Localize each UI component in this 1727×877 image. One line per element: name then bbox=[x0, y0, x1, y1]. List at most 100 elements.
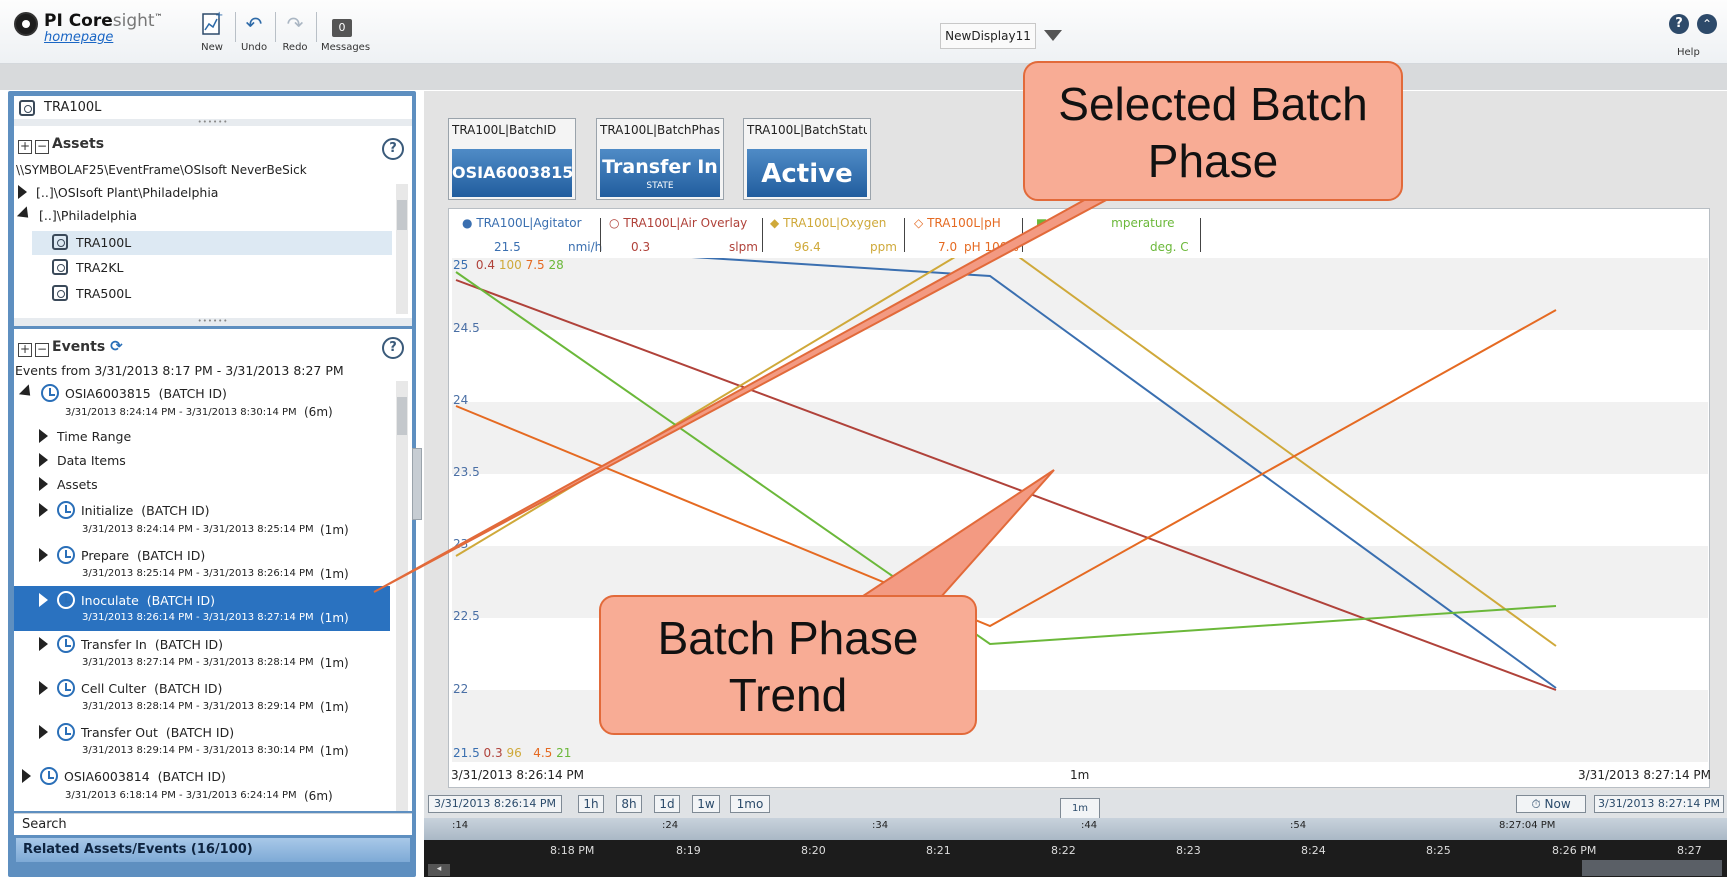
legend-item[interactable]: ■ mperature deg. C bbox=[1036, 216, 1196, 254]
expand-arrow-icon[interactable] bbox=[39, 681, 48, 695]
expand-all-icon[interactable]: + bbox=[18, 140, 32, 154]
event-phase-row[interactable]: Prepare (BATCH ID) bbox=[39, 546, 205, 564]
expand-arrow-icon[interactable] bbox=[39, 548, 48, 562]
event-group-data-items[interactable]: Data Items bbox=[39, 453, 126, 468]
events-scrollbar[interactable] bbox=[396, 381, 408, 811]
undo-button[interactable]: ↶ Undo bbox=[234, 10, 274, 60]
context-asset-bar[interactable]: TRA100L bbox=[14, 96, 412, 120]
related-assets-events-tab[interactable]: Related Assets/Events (16/100) bbox=[16, 838, 410, 862]
asset-tree-label: [..]\OSIsoft Plant\Philadelphia bbox=[36, 185, 219, 200]
messages-button[interactable]: 0 Messages bbox=[321, 10, 370, 60]
event-group-label: Assets bbox=[57, 477, 98, 492]
new-button[interactable]: + New bbox=[192, 10, 232, 60]
collapse-arrow-icon[interactable] bbox=[18, 384, 36, 401]
expand-arrow-icon[interactable] bbox=[18, 185, 27, 199]
event-phase-row[interactable]: Cell Culter (BATCH ID) bbox=[39, 679, 222, 697]
scroll-thumb[interactable] bbox=[397, 200, 407, 230]
range-8h-button[interactable]: 8h bbox=[616, 795, 642, 813]
nav-label: 8:19 bbox=[676, 844, 701, 857]
legend-item[interactable]: ◇ TRA100L|pH 7.0 pH 100% bbox=[914, 216, 1019, 254]
app-brand: PI Coresight™ bbox=[44, 11, 163, 31]
collapse-header-icon[interactable]: ⌃ bbox=[1697, 14, 1717, 34]
scale-top-label: 28 bbox=[548, 258, 564, 272]
range-1w-button[interactable]: 1w bbox=[692, 795, 720, 813]
refresh-icon[interactable]: ⟳ bbox=[110, 337, 123, 355]
redo-button[interactable]: ↷ Redo bbox=[275, 10, 315, 60]
range-1h-button[interactable]: 1h bbox=[578, 795, 604, 813]
value-tile-title: TRA100L|BatchID bbox=[452, 123, 557, 137]
assets-help-icon[interactable]: ? bbox=[382, 138, 404, 160]
asset-tree-item[interactable]: [..]\Philadelphia bbox=[16, 206, 137, 223]
nav-label: 8:24 bbox=[1301, 844, 1326, 857]
event-name: Inoculate bbox=[81, 593, 139, 608]
event-clock-icon bbox=[57, 501, 75, 519]
expand-arrow-icon[interactable] bbox=[39, 429, 48, 443]
splitter-handle[interactable]: •••••• bbox=[14, 318, 412, 326]
legend-item[interactable]: ○ TRA100L|Air Overlay 0.3 slpm bbox=[609, 216, 758, 254]
expand-arrow-icon[interactable] bbox=[39, 593, 48, 607]
time-ruler[interactable]: :14 :24 :34 :44 :54 8:27:04 PM bbox=[424, 818, 1727, 840]
value-tile-title: TRA100L|BatchStatus bbox=[747, 123, 867, 137]
expand-arrow-icon[interactable] bbox=[39, 477, 48, 491]
event-phase-row-selected[interactable]: Inoculate (BATCH ID) 3/31/2013 8:26:14 P… bbox=[14, 586, 390, 631]
event-root[interactable]: OSIA6003814 (BATCH ID) bbox=[22, 767, 226, 785]
collapse-all-icon[interactable]: − bbox=[35, 140, 49, 154]
collapse-all-icon[interactable]: − bbox=[35, 343, 49, 357]
value-tile-batchid[interactable]: TRA100L|BatchID OSIA6003815 bbox=[448, 118, 576, 200]
time-navigator[interactable]: 8:18 PM 8:19 8:20 8:21 8:22 8:23 8:24 8:… bbox=[424, 840, 1727, 877]
legend-item[interactable]: ◆ TRA100L|Oxygen 96.4 ppm bbox=[770, 216, 898, 254]
event-phase-row[interactable]: Initialize (BATCH ID) bbox=[39, 501, 210, 519]
range-1d-button[interactable]: 1d bbox=[654, 795, 680, 813]
scroll-thumb[interactable] bbox=[397, 397, 407, 435]
trend-legend: ● TRA100L|Agitator 21.5 nmi/h ○ TRA100L|Ai… bbox=[452, 212, 1702, 258]
value-tile-batchstatus[interactable]: TRA100L|BatchStatus Active bbox=[743, 118, 871, 200]
event-group-time-range[interactable]: Time Range bbox=[39, 429, 131, 444]
expand-arrow-icon[interactable] bbox=[39, 725, 48, 739]
span-indicator[interactable]: 1m bbox=[1060, 798, 1100, 820]
event-root[interactable]: OSIA6003815 (BATCH ID) bbox=[18, 384, 227, 402]
expand-all-icon[interactable]: + bbox=[18, 343, 32, 357]
legend-unit: ppm bbox=[870, 240, 897, 254]
panel-collapse-handle[interactable] bbox=[412, 448, 422, 520]
search-input[interactable]: Search bbox=[14, 813, 412, 835]
messages-icon: 0 bbox=[330, 10, 354, 38]
y-tick-label: 23.5 bbox=[453, 465, 480, 479]
display-name-field[interactable]: NewDisplay11 bbox=[940, 23, 1036, 49]
scale-bottom-label: 21.5 bbox=[453, 746, 480, 760]
expand-arrow-icon[interactable] bbox=[39, 453, 48, 467]
legend-name: TRA100L|Air Overlay bbox=[623, 216, 748, 230]
y-tick-label: 24 bbox=[453, 393, 469, 407]
scale-top-label: 0.4 bbox=[475, 258, 496, 272]
events-help-icon[interactable]: ? bbox=[382, 337, 404, 359]
display-menu-dropdown-icon[interactable] bbox=[1044, 30, 1062, 41]
legend-item[interactable]: ● TRA100L|Agitator 21.5 nmi/h bbox=[462, 216, 602, 254]
homepage-link[interactable]: homepage bbox=[44, 30, 113, 45]
redo-icon: ↷ bbox=[286, 12, 304, 36]
now-button[interactable]: ⏱ Now bbox=[1516, 795, 1586, 813]
event-phase-row[interactable]: Transfer In (BATCH ID) bbox=[39, 635, 223, 653]
asset-tree-item-selected[interactable]: TRA100L bbox=[32, 231, 392, 255]
assets-pane: + − Assets ? \\SYMBOLAF25\EventFrame\OSIso… bbox=[14, 126, 412, 318]
collapse-arrow-icon[interactable] bbox=[16, 206, 34, 223]
asset-tree-item[interactable]: TRA2KL bbox=[52, 259, 123, 275]
now-label: Now bbox=[1544, 797, 1571, 811]
start-time-field[interactable]: 3/31/2013 8:26:14 PM bbox=[428, 795, 562, 813]
event-phase-row[interactable]: Transfer Out (BATCH ID) bbox=[39, 723, 234, 741]
value-tile-batchphase[interactable]: TRA100L|BatchPhase Transfer In STATE bbox=[596, 118, 724, 200]
assets-scrollbar[interactable] bbox=[396, 184, 408, 314]
expand-arrow-icon[interactable] bbox=[39, 637, 48, 651]
end-time-field[interactable]: 3/31/2013 8:27:14 PM bbox=[1594, 795, 1724, 813]
navigator-selection-handle[interactable] bbox=[1582, 860, 1722, 876]
range-1mo-button[interactable]: 1mo bbox=[730, 795, 770, 813]
asset-tree-item[interactable]: [..]\OSIsoft Plant\Philadelphia bbox=[18, 185, 218, 200]
expand-arrow-icon[interactable] bbox=[39, 503, 48, 517]
scroll-left-icon[interactable]: ◂ bbox=[428, 864, 450, 876]
messages-count: 0 bbox=[332, 19, 352, 37]
event-group-assets[interactable]: Assets bbox=[39, 477, 98, 492]
help-icon[interactable]: ? bbox=[1669, 14, 1689, 34]
event-name: Transfer In bbox=[81, 637, 147, 652]
event-time: 3/31/2013 8:28:14 PM - 3/31/2013 8:29:14… bbox=[82, 701, 314, 712]
event-duration: (1m) bbox=[320, 656, 349, 670]
asset-tree-item[interactable]: TRA500L bbox=[52, 285, 131, 301]
expand-arrow-icon[interactable] bbox=[22, 769, 31, 783]
